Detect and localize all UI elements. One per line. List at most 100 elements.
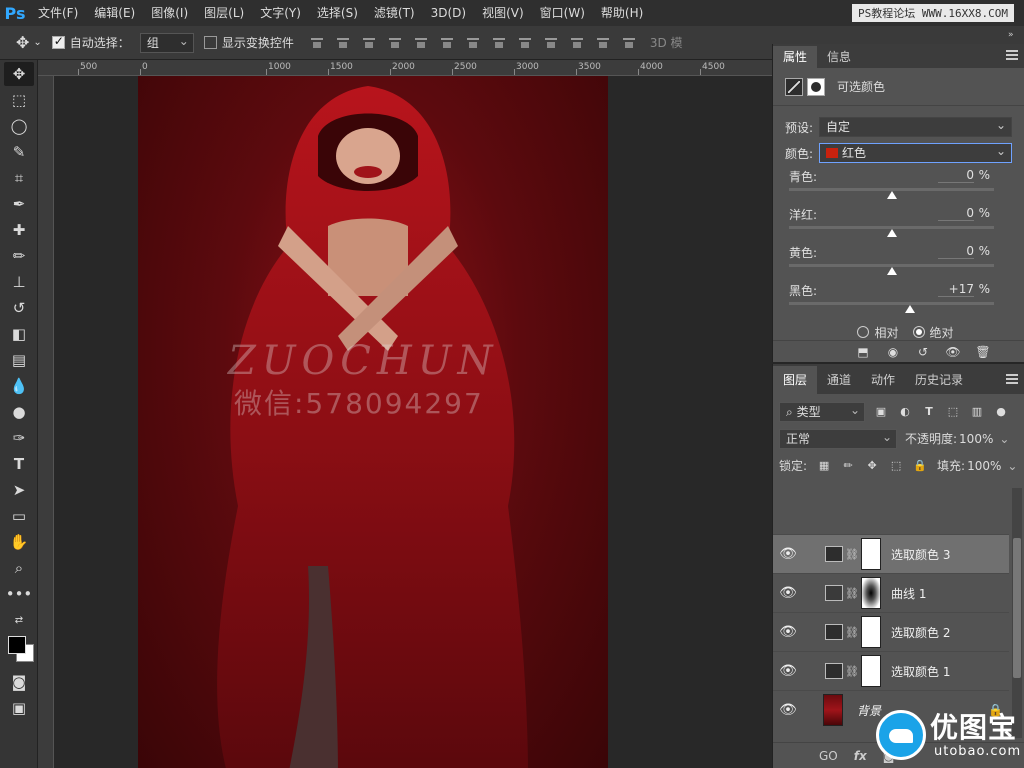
more-tools-icon[interactable]: ••• [4, 582, 34, 606]
distribute-vcenter-icon[interactable] [491, 35, 507, 51]
menu-file[interactable]: 文件(F) [30, 0, 86, 26]
distribute-bottom-icon[interactable] [517, 35, 533, 51]
method-relative-radio[interactable] [857, 326, 870, 338]
auto-select-checkbox[interactable] [51, 34, 65, 49]
align-bottom-icon[interactable] [361, 35, 377, 51]
slider-value-input[interactable]: 0 [938, 244, 974, 259]
show-transform-option[interactable]: 显示变换控件 [203, 34, 294, 51]
menu-image[interactable]: 图像(I) [143, 0, 196, 26]
lock-artboard-icon[interactable]: ⬚ [889, 459, 903, 473]
mask-icon[interactable] [807, 77, 825, 96]
link-icon[interactable]: ⛓ [845, 587, 859, 600]
slider-thumb[interactable] [887, 229, 897, 237]
layer-row[interactable]: 👁 ⛓ 选取颜色 3 [773, 534, 1009, 573]
type-tool-icon[interactable]: T [4, 452, 34, 476]
chevron-down-icon[interactable]: ⌄ [999, 432, 1009, 446]
tab-layers[interactable]: 图层 [773, 366, 818, 394]
preset-dropdown[interactable]: 自定 [819, 116, 1012, 137]
scrollbar-thumb[interactable] [1013, 538, 1021, 678]
layers-menu-icon[interactable] [1006, 374, 1018, 384]
filter-type-icon[interactable]: T [921, 405, 937, 419]
quick-select-tool-icon[interactable]: ✎ [4, 140, 34, 164]
eye-icon[interactable]: 👁 [773, 663, 803, 679]
hand-tool-icon[interactable]: ✋ [4, 530, 34, 554]
lasso-tool-icon[interactable]: ◯ [4, 114, 34, 138]
align-right-icon[interactable] [439, 35, 455, 51]
menu-select[interactable]: 选择(S) [309, 0, 366, 26]
visibility-icon[interactable]: 👁 [942, 345, 964, 359]
menu-window[interactable]: 窗口(W) [532, 0, 593, 26]
collapse-panels-icon[interactable]: » [1008, 30, 1014, 40]
marquee-tool-icon[interactable]: ⬚ [4, 88, 34, 112]
view-previous-icon[interactable]: ◉ [882, 345, 904, 359]
slider-thumb[interactable] [904, 305, 915, 313]
lock-transparent-icon[interactable]: ▦ [817, 459, 831, 473]
delete-icon[interactable]: 🗑 [972, 345, 994, 359]
align-left-icon[interactable] [387, 35, 403, 51]
link-icon[interactable]: ⛓ [845, 548, 859, 561]
layer-filter-dropdown[interactable]: ⌕ 类型 [779, 401, 865, 422]
history-brush-tool-icon[interactable]: ↺ [4, 296, 34, 320]
reset-icon[interactable]: ↺ [912, 345, 934, 359]
auto-select-dropdown[interactable]: 组 [139, 32, 194, 53]
blend-mode-dropdown[interactable]: 正常 [779, 428, 897, 449]
slider-value-input[interactable]: +17 [938, 282, 974, 297]
move-tool-icon[interactable]: ✥ [4, 62, 34, 86]
align-vcenter-icon[interactable] [335, 35, 351, 51]
swap-colors-icon[interactable]: ⇄ [4, 608, 34, 632]
color-swatches[interactable] [4, 634, 34, 668]
tab-info[interactable]: 信息 [817, 46, 861, 68]
selective-color-icon[interactable] [785, 77, 803, 96]
eye-icon[interactable]: 👁 [773, 546, 803, 562]
menu-layer[interactable]: 图层(L) [196, 0, 252, 26]
filter-toggle-icon[interactable]: ● [993, 405, 1009, 419]
move-tool-preset[interactable]: ✥ ⌄ [16, 33, 42, 52]
lock-pixels-icon[interactable]: ✏ [841, 459, 855, 473]
blur-tool-icon[interactable]: 💧 [4, 374, 34, 398]
menu-3d[interactable]: 3D(D) [423, 0, 474, 26]
show-transform-checkbox[interactable] [203, 36, 217, 49]
foreground-color[interactable] [8, 636, 26, 654]
slider-value-input[interactable]: 0 [938, 206, 974, 221]
brush-tool-icon[interactable]: ✏ [4, 244, 34, 268]
menu-edit[interactable]: 编辑(E) [86, 0, 143, 26]
lock-all-icon[interactable]: 🔒 [913, 459, 927, 473]
layer-mask-thumb[interactable] [861, 655, 881, 687]
slider-thumb[interactable] [887, 267, 897, 275]
eye-icon[interactable]: 👁 [773, 585, 803, 601]
distribute-top-icon[interactable] [465, 35, 481, 51]
tab-history[interactable]: 历史记录 [905, 366, 973, 394]
clip-to-layer-icon[interactable]: ⬒ [852, 345, 874, 359]
dodge-tool-icon[interactable]: ● [4, 400, 34, 424]
eye-icon[interactable]: 👁 [773, 624, 803, 640]
quick-mask-icon[interactable]: ◙ [4, 670, 34, 694]
filter-smart-icon[interactable]: ▥ [969, 405, 985, 419]
distribute-left-icon[interactable] [543, 35, 559, 51]
canvas-area[interactable]: ZUOCHUN 微信:578094297 [54, 76, 772, 768]
eyedropper-tool-icon[interactable]: ✒ [4, 192, 34, 216]
method-absolute-radio[interactable] [912, 326, 925, 338]
tab-actions[interactable]: 动作 [861, 366, 905, 394]
chevron-down-icon[interactable]: ⌄ [1007, 459, 1017, 473]
menu-view[interactable]: 视图(V) [474, 0, 532, 26]
filter-adjustment-icon[interactable]: ◐ [897, 405, 913, 419]
filter-shape-icon[interactable]: ⬚ [945, 405, 961, 419]
menu-help[interactable]: 帮助(H) [593, 0, 651, 26]
menu-type[interactable]: 文字(Y) [252, 0, 309, 26]
auto-select-option[interactable]: 自动选择： [51, 34, 130, 51]
auto-align-icon[interactable] [621, 35, 637, 51]
fill-value[interactable]: 100% [967, 459, 1001, 473]
menu-filter[interactable]: 滤镜(T) [366, 0, 423, 26]
link-icon[interactable]: ⛓ [845, 665, 859, 678]
eye-icon[interactable]: 👁 [773, 702, 803, 718]
slider-value-input[interactable]: 0 [938, 168, 974, 183]
align-hcenter-icon[interactable] [413, 35, 429, 51]
gradient-tool-icon[interactable]: ▤ [4, 348, 34, 372]
slider-thumb[interactable] [887, 191, 897, 199]
colors-dropdown[interactable]: 红色 [819, 142, 1012, 163]
layer-mask-thumb[interactable] [861, 577, 881, 609]
pen-tool-icon[interactable]: ✑ [4, 426, 34, 450]
lock-position-icon[interactable]: ✥ [865, 459, 879, 473]
fx-button[interactable]: fx [854, 749, 867, 763]
path-select-tool-icon[interactable]: ➤ [4, 478, 34, 502]
